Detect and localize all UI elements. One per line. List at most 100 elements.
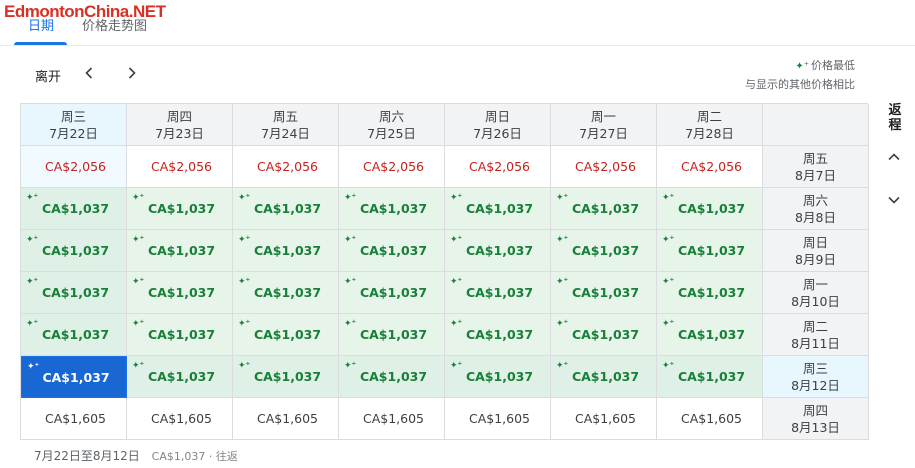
return-label: 返程 (888, 103, 902, 133)
sparkle-icon: ✦⁺ (26, 193, 39, 203)
chevron-down-icon[interactable] (884, 190, 904, 210)
price-cell[interactable]: CA$2,056 (339, 146, 445, 188)
price-cell[interactable]: ✦⁺ CA$1,037 (21, 314, 127, 356)
price-cell[interactable]: ✦⁺ CA$1,037 (21, 356, 127, 398)
price-cell[interactable]: CA$2,056 (21, 146, 127, 188)
sparkle-icon: ✦⁺ (662, 277, 675, 287)
price-amount: CA$1,037 (41, 201, 110, 216)
price-cell[interactable]: CA$1,605 (551, 398, 657, 440)
summary-detail: CA$1,037 · 往返 (151, 450, 238, 463)
row-header: 周五 8月7日 (763, 146, 869, 188)
price-amount: CA$2,056 (362, 159, 425, 174)
price-cell[interactable]: ✦⁺ CA$1,037 (657, 356, 763, 398)
row-date: 8月12日 (791, 377, 840, 393)
price-cell[interactable]: ✦⁺ CA$1,037 (551, 314, 657, 356)
price-cell[interactable]: ✦⁺ CA$1,037 (445, 272, 551, 314)
price-cell[interactable]: ✦⁺ CA$1,037 (657, 230, 763, 272)
price-amount: CA$1,037 (465, 327, 534, 342)
price-cell[interactable]: CA$1,605 (657, 398, 763, 440)
price-cell[interactable]: CA$2,056 (657, 146, 763, 188)
price-cell[interactable]: CA$2,056 (551, 146, 657, 188)
column-date: 7月26日 (473, 125, 522, 141)
row-header: 周一 8月10日 (763, 272, 869, 314)
price-cell[interactable]: ✦⁺ CA$1,037 (339, 356, 445, 398)
price-amount: CA$1,037 (41, 243, 110, 258)
price-cell[interactable]: ✦⁺ CA$1,037 (445, 356, 551, 398)
depart-label: 离开 (35, 70, 62, 85)
sparkle-icon: ✦⁺ (238, 361, 251, 371)
price-cell[interactable]: ✦⁺ CA$1,037 (339, 188, 445, 230)
price-amount: CA$1,037 (359, 369, 428, 384)
sparkle-icon: ✦⁺ (450, 277, 463, 287)
sparkle-icon: ✦⁺ (238, 319, 251, 329)
price-cell[interactable]: CA$1,605 (233, 398, 339, 440)
price-cell[interactable]: ✦⁺ CA$1,037 (233, 188, 339, 230)
price-cell[interactable]: ✦⁺ CA$1,037 (21, 188, 127, 230)
price-amount: CA$2,056 (574, 159, 637, 174)
price-amount: CA$1,037 (677, 243, 746, 258)
price-amount: CA$2,056 (44, 159, 107, 174)
price-cell[interactable]: CA$2,056 (127, 146, 233, 188)
price-cell[interactable]: ✦⁺ CA$1,037 (127, 188, 233, 230)
price-cell[interactable]: CA$1,605 (127, 398, 233, 440)
price-cell[interactable]: ✦⁺ CA$1,037 (21, 230, 127, 272)
column-header: 周五 7月24日 (233, 104, 339, 146)
sparkle-icon: ✦⁺ (556, 361, 569, 371)
column-header: 周一 7月27日 (551, 104, 657, 146)
sparkle-icon: ✦⁺ (344, 319, 357, 329)
price-cell[interactable]: ✦⁺ CA$1,037 (21, 272, 127, 314)
sparkle-icon: ✦⁺ (132, 319, 145, 329)
price-cell[interactable]: ✦⁺ CA$1,037 (127, 356, 233, 398)
price-amount: CA$2,056 (150, 159, 213, 174)
row-date: 8月9日 (795, 251, 836, 267)
sparkle-icon: ✦⁺ (26, 235, 39, 245)
sparkle-icon: ✦⁺ (662, 235, 675, 245)
price-cell[interactable]: ✦⁺ CA$1,037 (127, 272, 233, 314)
price-cell[interactable]: ✦⁺ CA$1,037 (233, 356, 339, 398)
price-amount: CA$1,037 (41, 285, 110, 300)
price-cell[interactable]: CA$1,605 (339, 398, 445, 440)
price-cell[interactable]: ✦⁺ CA$1,037 (551, 230, 657, 272)
column-date: 7月27日 (579, 125, 628, 141)
price-cell[interactable]: ✦⁺ CA$1,037 (233, 272, 339, 314)
price-amount: CA$1,037 (677, 327, 746, 342)
row-day: 周五 (802, 150, 828, 166)
sparkle-icon: ✦⁺ (450, 361, 463, 371)
legend-lowest: 价格最低 (811, 59, 855, 72)
chevron-right-icon[interactable] (122, 63, 142, 83)
price-cell[interactable]: ✦⁺ CA$1,037 (551, 272, 657, 314)
price-cell[interactable]: ✦⁺ CA$1,037 (551, 356, 657, 398)
row-day: 周三 (802, 360, 828, 376)
price-cell[interactable]: ✦⁺ CA$1,037 (127, 230, 233, 272)
price-cell[interactable]: ✦⁺ CA$1,037 (233, 230, 339, 272)
price-cell[interactable]: ✦⁺ CA$1,037 (127, 314, 233, 356)
legend-note: 与显示的其他价格相比 (745, 78, 855, 91)
price-cell[interactable]: ✦⁺ CA$1,037 (657, 314, 763, 356)
price-cell[interactable]: CA$1,605 (445, 398, 551, 440)
price-legend: ✦⁺ 价格最低 与显示的其他价格相比 (745, 57, 855, 94)
summary-dates: 7月22日至8月12日 (34, 449, 140, 463)
sparkle-icon: ✦⁺ (132, 361, 145, 371)
price-cell[interactable]: ✦⁺ CA$1,037 (657, 188, 763, 230)
price-cell[interactable]: ✦⁺ CA$1,037 (233, 314, 339, 356)
price-cell[interactable]: CA$2,056 (445, 146, 551, 188)
price-cell[interactable]: ✦⁺ CA$1,037 (339, 230, 445, 272)
watermark-logo: EdmontonChina.NET (4, 2, 166, 21)
price-cell[interactable]: ✦⁺ CA$1,037 (445, 188, 551, 230)
price-cell[interactable]: ✦⁺ CA$1,037 (339, 314, 445, 356)
price-cell[interactable]: ✦⁺ CA$1,037 (339, 272, 445, 314)
chevron-up-icon[interactable] (884, 147, 904, 167)
price-cell[interactable]: ✦⁺ CA$1,037 (445, 314, 551, 356)
price-cell[interactable]: ✦⁺ CA$1,037 (445, 230, 551, 272)
column-date: 7月28日 (685, 125, 734, 141)
price-amount: CA$1,037 (359, 243, 428, 258)
price-cell[interactable]: ✦⁺ CA$1,037 (657, 272, 763, 314)
chevron-left-icon[interactable] (79, 63, 99, 83)
row-date: 8月7日 (795, 167, 836, 183)
price-cell[interactable]: ✦⁺ CA$1,037 (551, 188, 657, 230)
price-cell[interactable]: CA$2,056 (233, 146, 339, 188)
price-cell[interactable]: CA$1,605 (21, 398, 127, 440)
price-amount: CA$1,037 (465, 285, 534, 300)
column-day: 周三 (60, 108, 86, 124)
grid-corner (763, 104, 869, 146)
